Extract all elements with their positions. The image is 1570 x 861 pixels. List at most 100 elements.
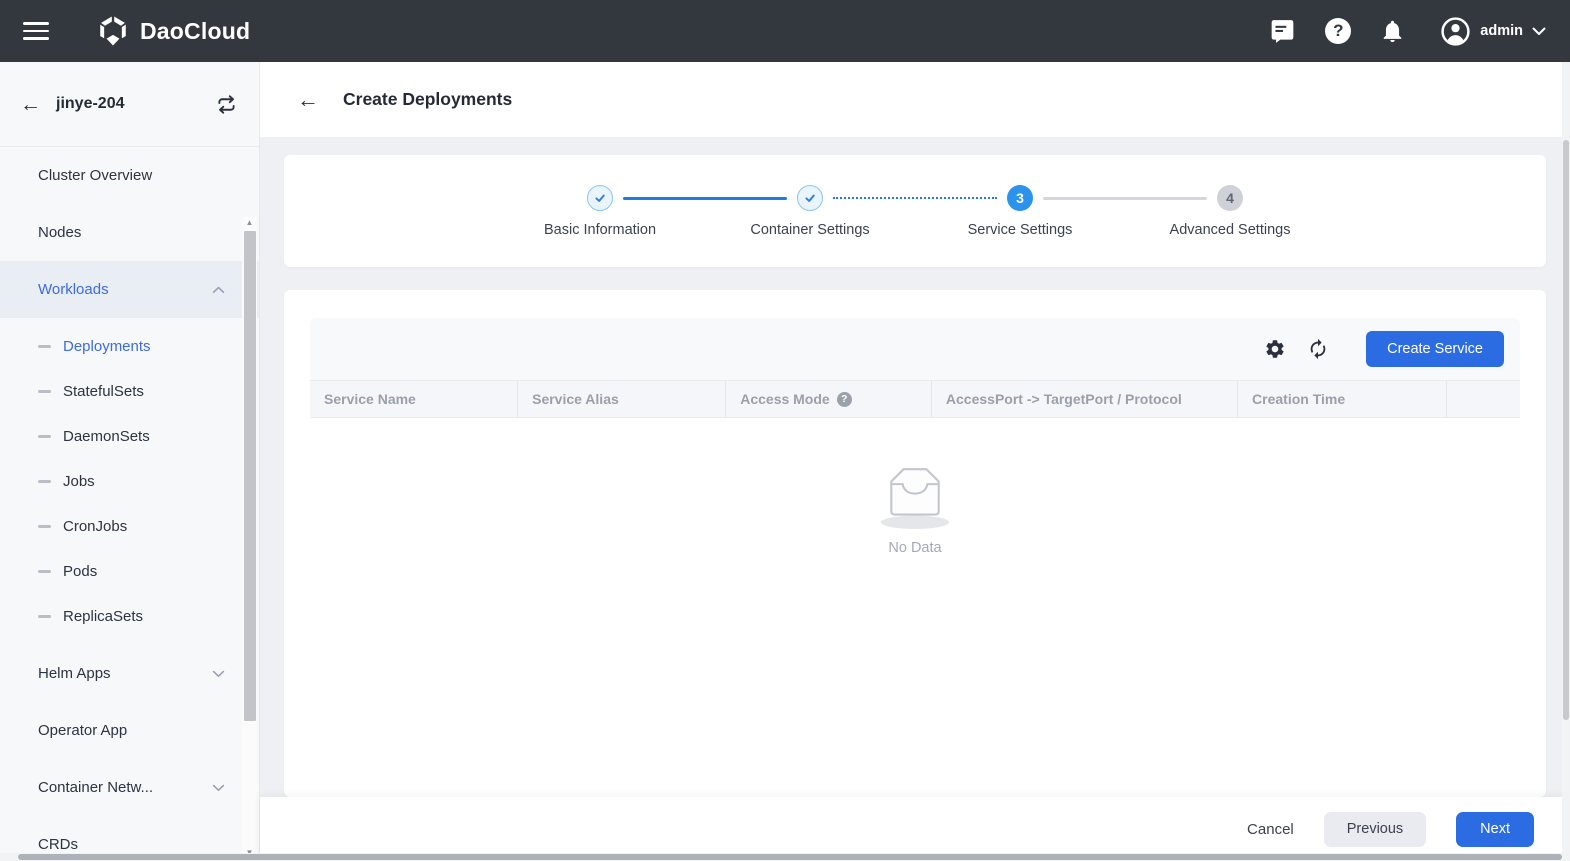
step-3-label: Service Settings bbox=[968, 222, 1073, 238]
topbar: DaoCloud ? bbox=[0, 0, 1570, 62]
cancel-button[interactable]: Cancel bbox=[1247, 821, 1294, 838]
sidebar-item-statefulsets[interactable]: StatefulSets bbox=[0, 369, 259, 414]
step-container-settings[interactable]: Container Settings bbox=[705, 185, 915, 238]
step-3-number: 3 bbox=[1007, 185, 1033, 211]
sidebar-item-cronjobs[interactable]: CronJobs bbox=[0, 504, 259, 549]
scroll-up-arrow-icon[interactable]: ▲ bbox=[242, 217, 257, 229]
user-menu[interactable]: admin bbox=[1440, 16, 1546, 47]
switch-cluster-button[interactable] bbox=[216, 94, 237, 115]
sidebar-header: ← jinye-204 bbox=[0, 62, 259, 147]
table-body: No Data bbox=[310, 418, 1520, 771]
brand-logo: DaoCloud bbox=[96, 14, 250, 48]
step-4-number: 4 bbox=[1217, 185, 1243, 211]
sidebar-item-workloads[interactable]: Workloads bbox=[0, 261, 259, 318]
sidebar-scrollbar-thumb[interactable] bbox=[244, 231, 256, 721]
sidebar-item-replicasets[interactable]: ReplicaSets bbox=[0, 594, 259, 639]
column-header-creation-time: Creation Time bbox=[1238, 381, 1447, 417]
refresh-button[interactable] bbox=[1307, 338, 1329, 360]
sidebar-item-jobs[interactable]: Jobs bbox=[0, 459, 259, 504]
empty-state: No Data bbox=[310, 418, 1520, 556]
sidebar-item-label: Workloads bbox=[38, 281, 109, 298]
app-window: DaoCloud ? bbox=[0, 0, 1570, 861]
sidebar-item-pods[interactable]: Pods bbox=[0, 549, 259, 594]
main-area: ← Create Deployments Basic Information bbox=[260, 62, 1570, 861]
help-button[interactable]: ? bbox=[1325, 18, 1351, 44]
sidebar-item-label: Deployments bbox=[63, 338, 151, 355]
sidebar-item-label: Cluster Overview bbox=[38, 167, 152, 184]
create-service-button[interactable]: Create Service bbox=[1366, 331, 1504, 367]
page-header: ← Create Deployments bbox=[260, 62, 1570, 137]
sidebar: ← jinye-204 Cluster Overview Nodes Workloa… bbox=[0, 62, 260, 861]
column-label: Service Name bbox=[324, 391, 416, 407]
help-question-icon[interactable]: ? bbox=[837, 392, 852, 407]
cluster-back-button[interactable]: ← bbox=[20, 94, 41, 115]
sidebar-item-label: CRDs bbox=[38, 836, 78, 853]
no-data-icon bbox=[875, 464, 955, 530]
wizard-stepper: Basic Information Container Settings 3 bbox=[284, 155, 1546, 267]
step-basic-information[interactable]: Basic Information bbox=[495, 185, 705, 238]
step-service-settings[interactable]: 3 Service Settings bbox=[915, 185, 1125, 238]
dash-icon bbox=[38, 390, 51, 393]
page-content: Basic Information Container Settings 3 bbox=[260, 137, 1570, 797]
sidebar-item-label: Container Netw... bbox=[38, 779, 153, 796]
step-1-check-icon bbox=[587, 185, 613, 211]
messages-button[interactable] bbox=[1269, 18, 1296, 44]
sidebar-item-label: ReplicaSets bbox=[63, 608, 143, 625]
brand-name: DaoCloud bbox=[140, 18, 250, 45]
help-icon: ? bbox=[1325, 18, 1351, 44]
refresh-icon bbox=[1307, 338, 1329, 360]
chevron-down-icon bbox=[1532, 27, 1546, 36]
step-1-label: Basic Information bbox=[544, 222, 656, 238]
sidebar-item-deployments[interactable]: Deployments bbox=[0, 324, 259, 369]
bell-icon bbox=[1380, 19, 1405, 44]
vertical-scrollbar-thumb[interactable] bbox=[1563, 140, 1569, 720]
menu-toggle-button[interactable] bbox=[22, 20, 52, 42]
gear-icon bbox=[1264, 338, 1286, 360]
dash-icon bbox=[38, 570, 51, 573]
sidebar-item-label: Nodes bbox=[38, 224, 81, 241]
step-connector-dotted bbox=[833, 197, 997, 199]
sidebar-scrollbar[interactable]: ▲ ▼ bbox=[242, 217, 257, 861]
user-name: admin bbox=[1480, 23, 1523, 39]
page-horizontal-scrollbar[interactable] bbox=[0, 853, 1570, 861]
sidebar-item-label: CronJobs bbox=[63, 518, 127, 535]
column-label: Service Alias bbox=[532, 391, 619, 407]
table-settings-button[interactable] bbox=[1264, 338, 1286, 360]
steps-row: Basic Information Container Settings 3 bbox=[495, 185, 1335, 238]
horizontal-scrollbar-thumb[interactable] bbox=[18, 854, 1562, 860]
sidebar-item-label: Jobs bbox=[63, 473, 95, 490]
sidebar-menu: Cluster Overview Nodes Workloads Deployment… bbox=[0, 147, 259, 861]
step-2-check-icon bbox=[797, 185, 823, 211]
page-back-button[interactable]: ← bbox=[297, 89, 319, 111]
sidebar-item-label: Pods bbox=[63, 563, 97, 580]
next-button[interactable]: Next bbox=[1456, 812, 1534, 847]
column-label: AccessPort -> TargetPort / Protocol bbox=[946, 391, 1182, 407]
chevron-down-icon bbox=[212, 784, 225, 792]
dash-icon bbox=[38, 345, 51, 348]
sidebar-item-label: StatefulSets bbox=[63, 383, 144, 400]
step-4-label: Advanced Settings bbox=[1170, 222, 1291, 238]
wizard-footer: Cancel Previous Next bbox=[260, 797, 1570, 861]
dash-icon bbox=[38, 525, 51, 528]
sidebar-item-container-netw[interactable]: Container Netw... bbox=[0, 759, 259, 816]
previous-button[interactable]: Previous bbox=[1324, 812, 1426, 847]
sidebar-item-operator-app[interactable]: Operator App bbox=[0, 702, 259, 759]
column-label: Access Mode bbox=[740, 391, 829, 407]
column-header-accessport-targetport-protocol: AccessPort -> TargetPort / Protocol bbox=[932, 381, 1238, 417]
sidebar-item-helm-apps[interactable]: Helm Apps bbox=[0, 645, 259, 702]
step-advanced-settings[interactable]: 4 Advanced Settings bbox=[1125, 185, 1335, 238]
page-title: Create Deployments bbox=[343, 89, 512, 110]
topbar-actions: ? admin bbox=[1269, 16, 1546, 47]
sidebar-item-label: Helm Apps bbox=[38, 665, 111, 682]
repeat-icon bbox=[216, 94, 237, 115]
step-connector-gray bbox=[1043, 197, 1207, 200]
page-vertical-scrollbar[interactable] bbox=[1562, 62, 1570, 853]
sidebar-item-label: Operator App bbox=[38, 722, 127, 739]
dash-icon bbox=[38, 480, 51, 483]
sidebar-item-cluster-overview[interactable]: Cluster Overview bbox=[0, 147, 259, 204]
sidebar-item-nodes[interactable]: Nodes bbox=[0, 204, 259, 261]
service-settings-card: Create Service Service Name Service Alias… bbox=[284, 290, 1546, 797]
column-label: Creation Time bbox=[1252, 391, 1345, 407]
sidebar-item-daemonsets[interactable]: DaemonSets bbox=[0, 414, 259, 459]
notifications-button[interactable] bbox=[1380, 19, 1405, 44]
